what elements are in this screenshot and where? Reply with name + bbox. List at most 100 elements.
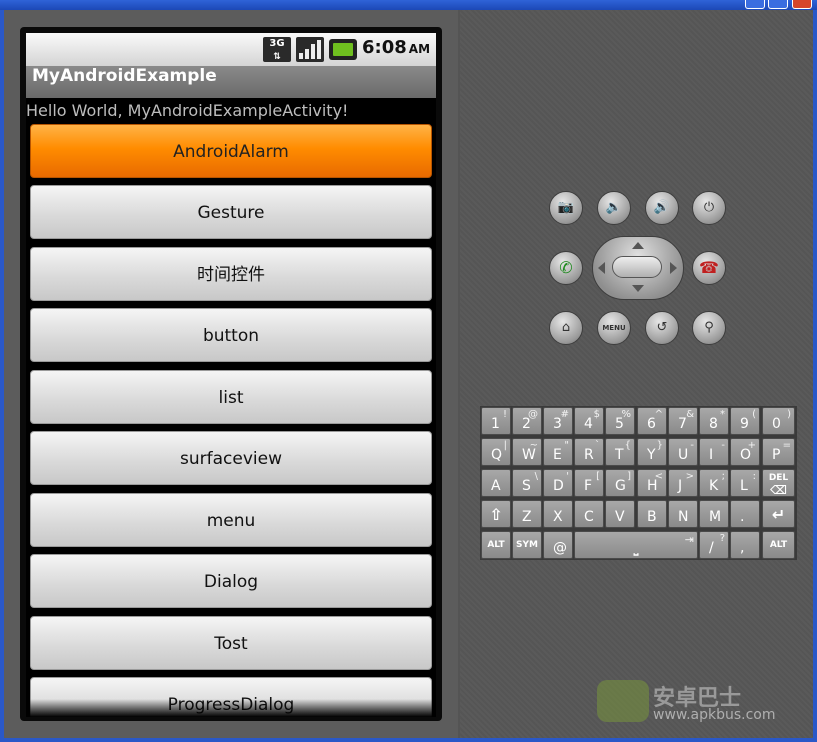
- key-3[interactable]: 3 #: [543, 407, 573, 435]
- key-v[interactable]: V: [605, 500, 635, 528]
- key-1[interactable]: 1!: [481, 407, 511, 435]
- key-alt: ;: [721, 471, 725, 482]
- key-main: E: [553, 447, 562, 463]
- key-q[interactable]: Q |: [481, 438, 511, 466]
- sym-key[interactable]: SYM: [512, 531, 542, 559]
- enter-key[interactable]: ↵: [762, 500, 795, 528]
- key-main: Y: [647, 447, 656, 463]
- key-o[interactable]: O +: [730, 438, 760, 466]
- key-u[interactable]: U-: [668, 438, 698, 466]
- dpad-center-button[interactable]: [612, 256, 662, 278]
- space-key[interactable]: ⎵ ⇥: [574, 531, 698, 559]
- dialog-button[interactable]: Dialog: [30, 554, 432, 608]
- dpad-left-icon[interactable]: [598, 262, 605, 274]
- search-icon[interactable]: ⚲: [692, 311, 726, 345]
- dpad-down-icon[interactable]: [632, 285, 644, 292]
- watermark-url: www.apkbus.com: [653, 707, 776, 723]
- key-main: N: [678, 509, 689, 525]
- time-control-button[interactable]: 时间控件: [30, 247, 432, 301]
- menu-hw-button[interactable]: MENU: [597, 311, 631, 345]
- key-8[interactable]: 8 *: [699, 407, 729, 435]
- key-y[interactable]: Y}: [637, 438, 667, 466]
- dpad-up-icon[interactable]: [632, 242, 644, 249]
- key-alt: ': [566, 471, 569, 482]
- key-main: X: [553, 509, 563, 525]
- key-main: 9: [740, 416, 749, 432]
- key-f[interactable]: F[: [574, 469, 604, 497]
- key-6[interactable]: 6 ^: [637, 407, 667, 435]
- key-slash[interactable]: /?: [699, 531, 729, 559]
- key-j[interactable]: J >: [668, 469, 698, 497]
- end-call-icon[interactable]: ☎: [692, 251, 726, 285]
- key-t[interactable]: T{: [605, 438, 635, 466]
- key-z[interactable]: Z: [512, 500, 542, 528]
- close-button[interactable]: [792, 0, 812, 9]
- android-alarm-button[interactable]: AndroidAlarm: [30, 124, 432, 178]
- key-e[interactable]: E ": [543, 438, 573, 466]
- key-p[interactable]: P =: [762, 438, 795, 466]
- key-k[interactable]: K;: [699, 469, 729, 497]
- maximize-button[interactable]: [768, 0, 788, 9]
- key-alt: ~: [529, 440, 538, 451]
- sym-label: SYM: [516, 540, 538, 550]
- key-i[interactable]: I-: [699, 438, 729, 466]
- key-5[interactable]: 5%: [605, 407, 635, 435]
- key-x[interactable]: X: [543, 500, 573, 528]
- surfaceview-button[interactable]: surfaceview: [30, 431, 432, 485]
- camera-icon[interactable]: 📷: [549, 191, 583, 225]
- key-main: K: [709, 478, 719, 494]
- key-at[interactable]: @: [543, 531, 573, 559]
- key-alt: -: [690, 440, 694, 451]
- key-h[interactable]: H <: [637, 469, 667, 497]
- volume-down-icon[interactable]: 🔈: [597, 191, 631, 225]
- key-main: S: [522, 478, 531, 494]
- key-main: G: [615, 478, 626, 494]
- key-comma[interactable]: ,: [730, 531, 760, 559]
- shift-key[interactable]: ⇧: [481, 500, 511, 528]
- back-icon[interactable]: ↺: [645, 311, 679, 345]
- key-9[interactable]: 9(: [730, 407, 760, 435]
- key-4[interactable]: 4 $: [574, 407, 604, 435]
- key-main: /: [709, 540, 714, 556]
- key-s[interactable]: S \: [512, 469, 542, 497]
- key-alt: {: [624, 440, 631, 451]
- key-main: B: [647, 509, 657, 525]
- dpad-right-icon[interactable]: [670, 262, 677, 274]
- key-w[interactable]: W ~: [512, 438, 542, 466]
- menu-button[interactable]: menu: [30, 493, 432, 547]
- clock-time: 6:08: [362, 37, 407, 58]
- key-main: U: [678, 447, 689, 463]
- delete-key[interactable]: DEL ⌫: [762, 469, 795, 497]
- emulator-skin-right: [460, 10, 813, 738]
- alt-key-left[interactable]: ALT: [481, 531, 511, 559]
- power-icon[interactable]: ⏻: [692, 191, 726, 225]
- key-n[interactable]: N: [668, 500, 698, 528]
- volume-up-icon[interactable]: 🔊: [645, 191, 679, 225]
- status-time: 6:08 AM: [362, 37, 434, 62]
- key-l[interactable]: L:: [730, 469, 760, 497]
- gesture-button[interactable]: Gesture: [30, 185, 432, 239]
- minimize-button[interactable]: [745, 0, 765, 9]
- key-main: F: [584, 478, 593, 494]
- button-button[interactable]: button: [30, 308, 432, 362]
- call-icon[interactable]: ✆: [549, 251, 583, 285]
- key-r[interactable]: R `: [574, 438, 604, 466]
- alt-key-right[interactable]: ALT: [762, 531, 795, 559]
- key-c[interactable]: C: [574, 500, 604, 528]
- key-d[interactable]: D ': [543, 469, 573, 497]
- signal-strength-icon: [296, 37, 324, 62]
- key-b[interactable]: B: [637, 500, 667, 528]
- key-g[interactable]: G]: [605, 469, 635, 497]
- key-m[interactable]: M: [699, 500, 729, 528]
- key-7[interactable]: 7 &: [668, 407, 698, 435]
- key-main: 8: [709, 416, 718, 432]
- key-0[interactable]: 0): [762, 407, 795, 435]
- key-period[interactable]: .: [730, 500, 760, 528]
- tost-button[interactable]: Tost: [30, 616, 432, 670]
- home-icon[interactable]: ⌂: [549, 311, 583, 345]
- key-2[interactable]: 2 @: [512, 407, 542, 435]
- hello-text: Hello World, MyAndroidExampleActivity!: [26, 101, 349, 120]
- key-alt: }: [656, 440, 663, 451]
- key-a[interactable]: A: [481, 469, 511, 497]
- list-button[interactable]: list: [30, 370, 432, 424]
